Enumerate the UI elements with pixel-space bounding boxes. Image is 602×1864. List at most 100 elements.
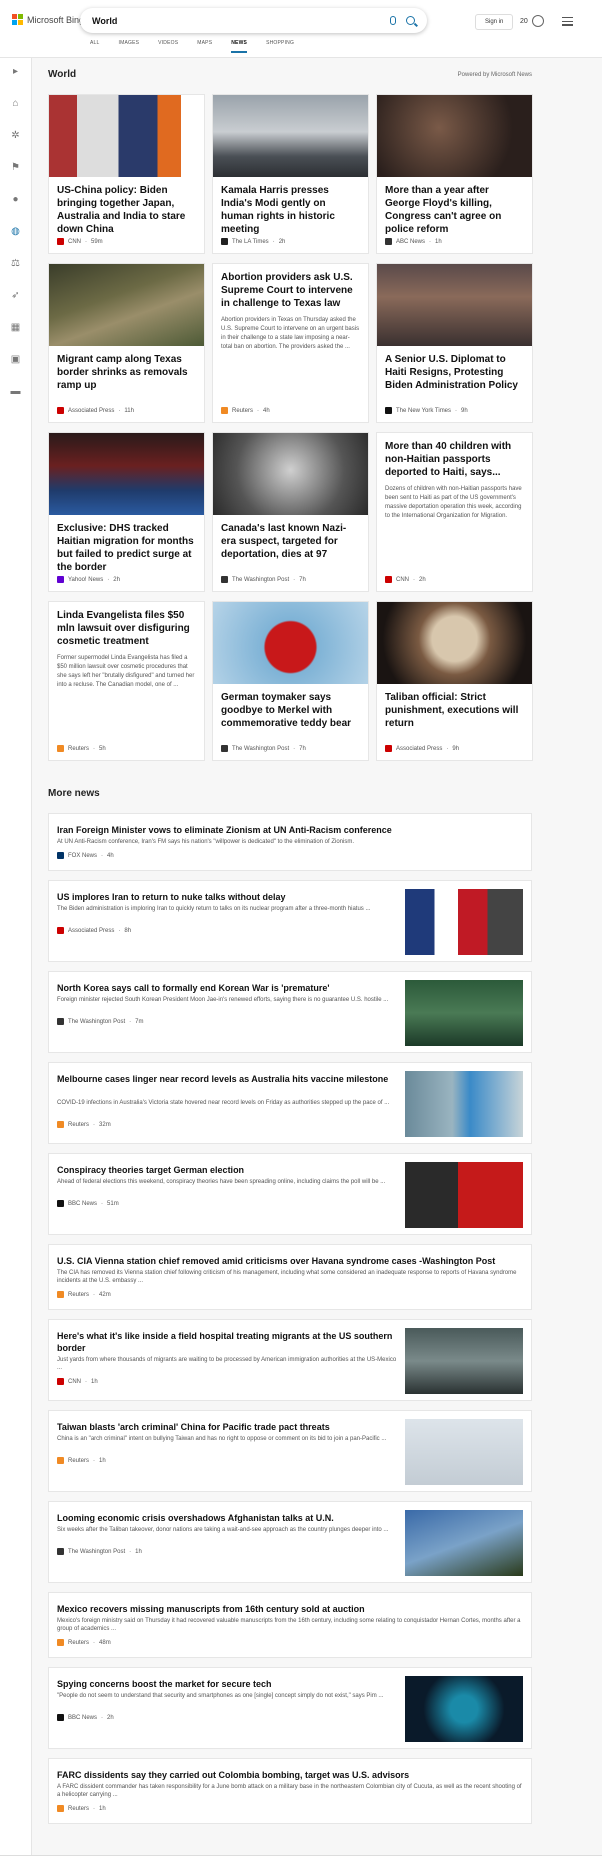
more-news-thumbnail[interactable] [405,980,523,1046]
more-news-source[interactable]: The Washington Post · 1h [57,1548,142,1555]
news-card-source[interactable]: The LA Times · 2h [221,238,285,245]
more-news-title[interactable]: North Korea says call to formally end Ko… [57,982,397,994]
tab-news[interactable]: NEWS [231,40,247,53]
more-news-source[interactable]: BBC News · 51m [57,1200,119,1207]
card-icon[interactable]: ▬ [10,386,21,397]
more-news-item[interactable]: North Korea says call to formally end Ko… [48,971,532,1053]
news-card[interactable]: Linda Evangelista files $50 mln lawsuit … [48,601,205,761]
more-news-title[interactable]: Mexico recovers missing manuscripts from… [57,1603,523,1615]
more-news-title[interactable]: Looming economic crisis overshadows Afgh… [57,1512,397,1524]
news-card[interactable]: Taliban official: Strict punishment, exe… [376,601,533,761]
news-card-title[interactable]: A Senior U.S. Diplomat to Haiti Resigns,… [377,346,532,392]
news-card-image[interactable] [49,95,204,177]
news-card-source[interactable]: Yahoo! News · 2h [57,576,120,583]
news-card-title[interactable]: Abortion providers ask U.S. Supreme Cour… [213,264,368,310]
more-news-thumbnail[interactable] [405,1328,523,1394]
news-card[interactable]: More than 40 children with non-Haitian p… [376,432,533,592]
balance-scale-icon[interactable]: ⚖ [10,258,21,269]
sign-in-button[interactable]: Sign in [475,14,514,30]
flag-icon[interactable]: ⚑ [10,162,21,173]
more-news-item[interactable]: Conspiracy theories target German electi… [48,1153,532,1235]
news-card[interactable]: Exclusive: DHS tracked Haitian migration… [48,432,205,592]
globe-icon[interactable]: ◍ [10,226,21,237]
news-card-title[interactable]: Exclusive: DHS tracked Haitian migration… [49,515,204,574]
tab-maps[interactable]: MAPS [197,40,212,50]
expand-arrow-icon[interactable]: ▸ [10,66,21,77]
news-card[interactable]: More than a year after George Floyd's ki… [376,94,533,254]
news-card-source[interactable]: The Washington Post · 7h [221,576,306,583]
home-icon[interactable]: ⌂ [10,98,21,109]
search-icon[interactable] [406,16,415,25]
news-card-image[interactable] [377,602,532,684]
more-news-thumbnail[interactable] [405,1419,523,1485]
more-news-title[interactable]: Here's what it's like inside a field hos… [57,1330,397,1354]
more-news-item[interactable]: FARC dissidents say they carried out Col… [48,1758,532,1824]
news-card-title[interactable]: Linda Evangelista files $50 mln lawsuit … [49,602,204,648]
more-news-source[interactable]: CNN · 1h [57,1378,98,1385]
tab-shopping[interactable]: SHOPPING [266,40,294,50]
tab-videos[interactable]: VIDEOS [158,40,178,50]
more-news-item[interactable]: Mexico recovers missing manuscripts from… [48,1592,532,1658]
more-news-source[interactable]: Reuters · 42m [57,1291,111,1298]
more-news-item[interactable]: Melbourne cases linger near record level… [48,1062,532,1144]
news-card-source[interactable]: Reuters · 4h [221,407,270,414]
news-card-source[interactable]: CNN · 59m [57,238,103,245]
news-card[interactable]: Canada's last known Nazi-era suspect, ta… [212,432,369,592]
tab-images[interactable]: IMAGES [119,40,140,50]
news-card-title[interactable]: German toymaker says goodbye to Merkel w… [213,684,368,730]
more-news-source[interactable]: Reuters · 1h [57,1457,106,1464]
powered-by-label[interactable]: Powered by Microsoft News [458,72,532,78]
more-news-title[interactable]: US implores Iran to return to nuke talks… [57,891,397,903]
search-box[interactable] [80,8,427,33]
news-card-source[interactable]: Associated Press · 11h [57,407,134,414]
tab-all[interactable]: ALL [90,40,100,50]
news-card[interactable]: A Senior U.S. Diplomat to Haiti Resigns,… [376,263,533,423]
more-news-source[interactable]: Associated Press · 8h [57,927,131,934]
more-news-source[interactable]: Reuters · 1h [57,1805,106,1812]
more-news-thumbnail[interactable] [405,1162,523,1228]
more-news-title[interactable]: FARC dissidents say they carried out Col… [57,1769,523,1781]
rocket-icon[interactable]: ➶ [10,290,21,301]
news-card-source[interactable]: ABC News · 1h [385,238,442,245]
more-news-item[interactable]: Taiwan blasts 'arch criminal' China for … [48,1410,532,1492]
more-news-title[interactable]: Conspiracy theories target German electi… [57,1164,397,1176]
news-card[interactable]: German toymaker says goodbye to Merkel w… [212,601,369,761]
more-news-thumbnail[interactable] [405,1510,523,1576]
more-news-title[interactable]: Spying concerns boost the market for sec… [57,1678,397,1690]
microphone-icon[interactable] [390,16,396,25]
more-news-source[interactable]: The Washington Post · 7m [57,1018,143,1025]
film-icon[interactable]: ▦ [10,322,21,333]
more-news-title[interactable]: Taiwan blasts 'arch criminal' China for … [57,1421,397,1433]
more-news-source[interactable]: BBC News · 2h [57,1714,114,1721]
more-news-title[interactable]: U.S. CIA Vienna station chief removed am… [57,1255,523,1267]
news-card[interactable]: Migrant camp along Texas border shrinks … [48,263,205,423]
news-card-image[interactable] [213,602,368,684]
more-news-source[interactable]: Reuters · 48m [57,1639,111,1646]
more-news-thumbnail[interactable] [405,1676,523,1742]
news-card[interactable]: Kamala Harris presses India's Modi gentl… [212,94,369,254]
more-news-item[interactable]: Here's what it's like inside a field hos… [48,1319,532,1401]
more-news-item[interactable]: US implores Iran to return to nuke talks… [48,880,532,962]
news-card-title[interactable]: Taliban official: Strict punishment, exe… [377,684,532,730]
rewards-button[interactable]: 20 [520,15,544,27]
news-card-source[interactable]: Reuters · 5h [57,745,106,752]
more-news-thumbnail[interactable] [405,1071,523,1137]
news-card-title[interactable]: Canada's last known Nazi-era suspect, ta… [213,515,368,561]
more-news-thumbnail[interactable] [405,889,523,955]
news-card-image[interactable] [49,433,204,515]
news-card-title[interactable]: More than a year after George Floyd's ki… [377,177,532,236]
news-card-source[interactable]: The Washington Post · 7h [221,745,306,752]
news-card-title[interactable]: US-China policy: Biden bringing together… [49,177,204,236]
news-card-source[interactable]: The New York Times · 9h [385,407,468,414]
news-card-title[interactable]: More than 40 children with non-Haitian p… [377,433,532,479]
more-news-item[interactable]: Iran Foreign Minister vows to eliminate … [48,813,532,871]
news-card-image[interactable] [213,95,368,177]
news-card-source[interactable]: CNN · 2h [385,576,426,583]
bing-logo[interactable]: Microsoft Bing [12,14,84,25]
more-news-item[interactable]: U.S. CIA Vienna station chief removed am… [48,1244,532,1310]
search-input[interactable] [92,15,390,26]
news-card-image[interactable] [213,433,368,515]
more-news-title[interactable]: Iran Foreign Minister vows to eliminate … [57,824,523,836]
more-news-item[interactable]: Spying concerns boost the market for sec… [48,1667,532,1749]
more-news-source[interactable]: FOX News · 4h [57,852,114,859]
